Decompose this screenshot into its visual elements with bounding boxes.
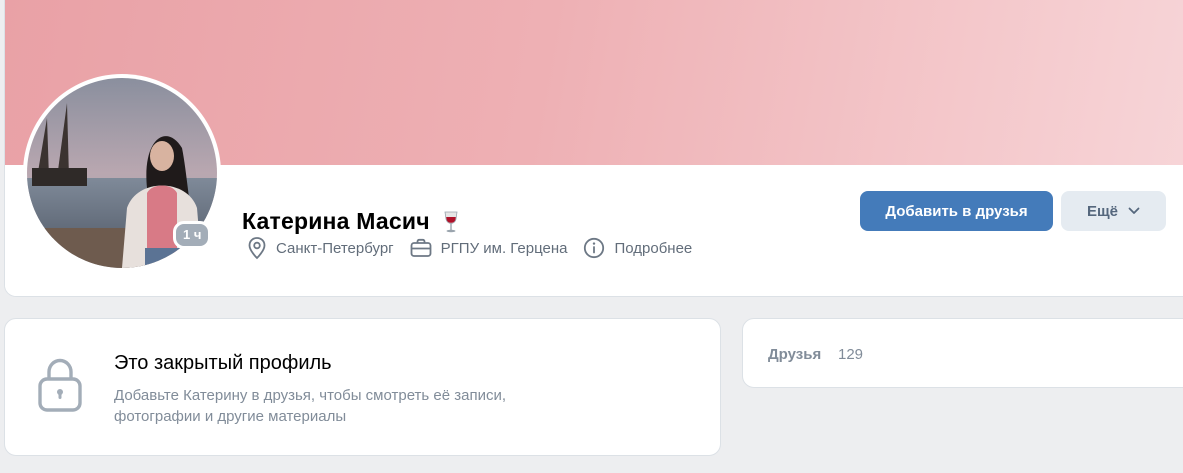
lock-icon xyxy=(38,358,82,412)
profile-name: Катерина Масич xyxy=(242,208,430,234)
profile-name-row: Катерина Масич xyxy=(242,208,462,235)
info-icon xyxy=(584,237,605,259)
more-actions-label: Ещё xyxy=(1086,202,1118,220)
meta-education[interactable]: РГПУ им. Герцена xyxy=(410,238,568,258)
closed-profile-title: Это закрытый профиль xyxy=(114,352,332,374)
online-status-badge: 1 ч xyxy=(173,221,212,249)
chevron-down-icon xyxy=(1128,207,1140,214)
more-actions-button[interactable]: Ещё xyxy=(1061,191,1166,231)
profile-meta-row: Санкт-Петербург РГПУ им. Герцена Подробн… xyxy=(247,236,692,260)
meta-more-info-label: Подробнее xyxy=(614,239,693,257)
meta-education-label: РГПУ им. Герцена xyxy=(440,239,568,257)
friends-label[interactable]: Друзья xyxy=(768,346,821,363)
meta-more-info[interactable]: Подробнее xyxy=(583,237,692,259)
closed-profile-description: Добавьте Катерину в друзья, чтобы смотре… xyxy=(114,387,507,425)
location-pin-icon xyxy=(248,237,266,260)
add-friend-button[interactable]: Добавить в друзья xyxy=(860,191,1053,231)
friends-card[interactable]: Друзья 129 xyxy=(742,318,1183,388)
closed-profile-card: Это закрытый профиль Добавьте Катерину в… xyxy=(4,318,721,456)
friends-count: 129 xyxy=(838,346,864,363)
wine-glass-icon[interactable] xyxy=(440,210,462,234)
briefcase-icon xyxy=(410,238,432,257)
meta-city[interactable]: Санкт-Петербург xyxy=(247,236,394,260)
meta-city-label: Санкт-Петербург xyxy=(276,239,394,257)
